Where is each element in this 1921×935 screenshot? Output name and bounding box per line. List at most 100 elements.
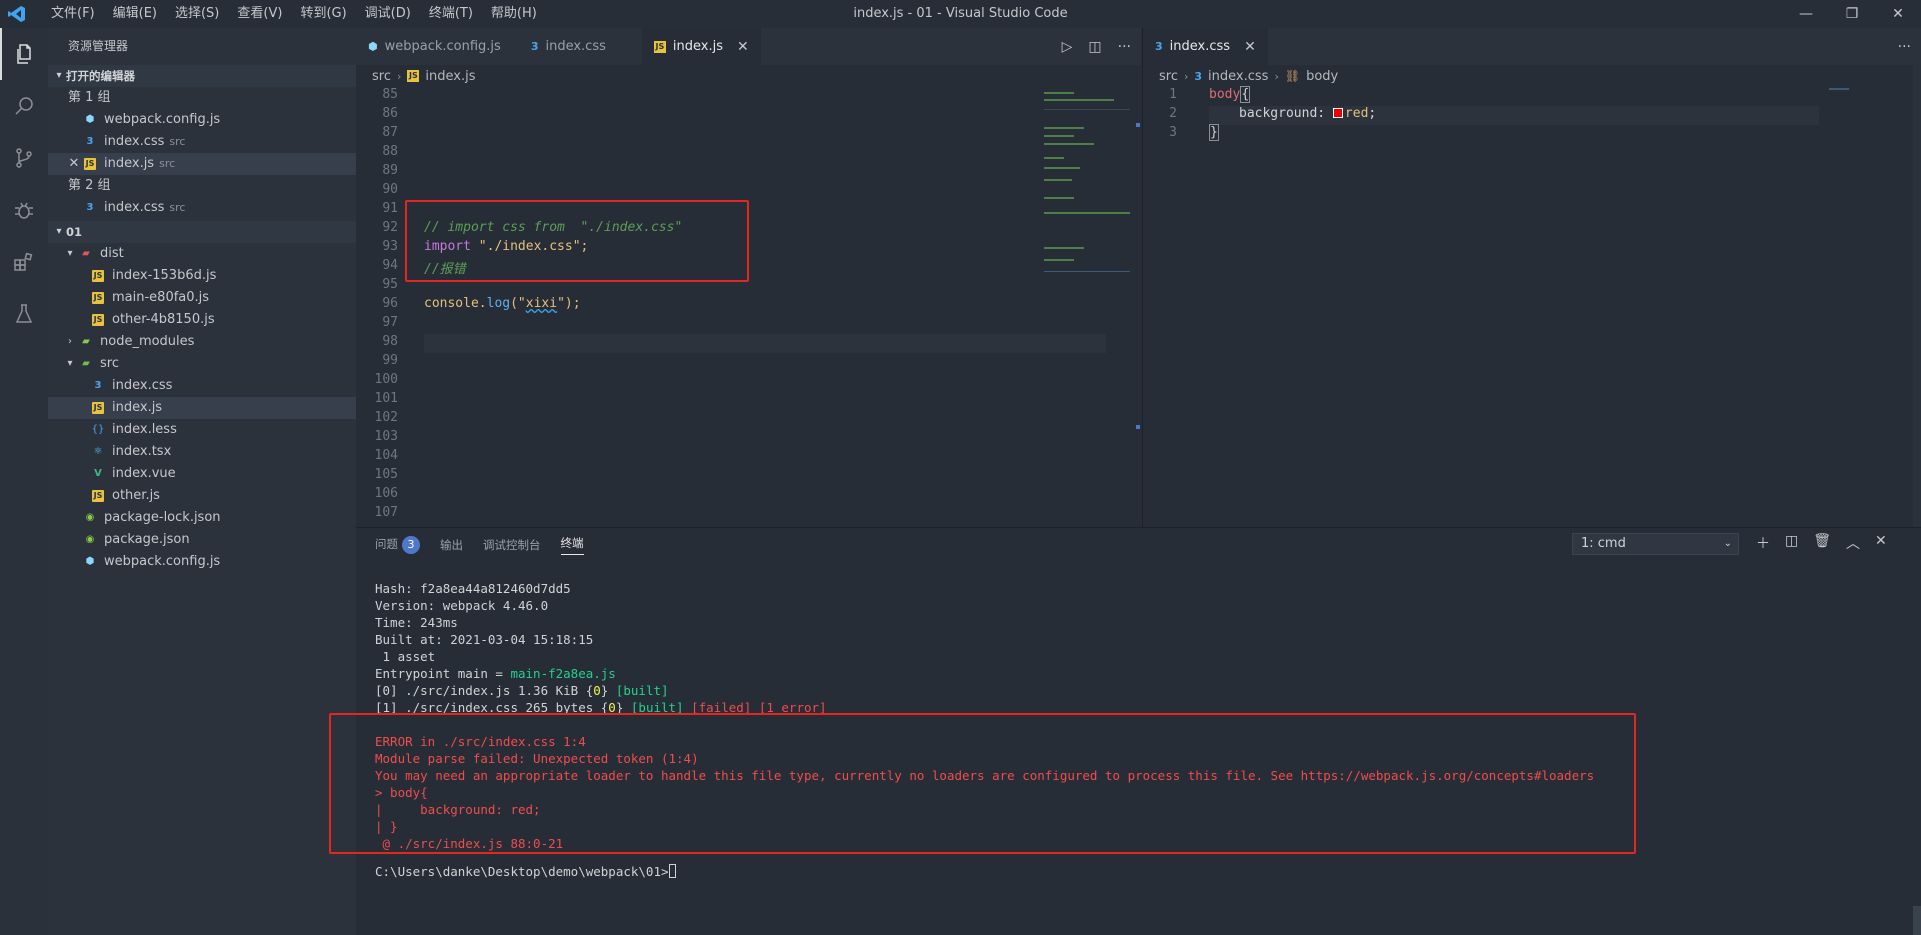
line-number: 98 bbox=[382, 334, 398, 349]
folder-src[interactable]: ▾ ▰ src bbox=[48, 353, 356, 375]
open-editors-label: 打开的编辑器 bbox=[66, 69, 135, 83]
breadcrumb-item[interactable]: src bbox=[372, 69, 391, 84]
scrollbar[interactable] bbox=[1913, 906, 1921, 935]
file-name: index.less bbox=[112, 422, 177, 437]
open-editor-item[interactable]: ⬢ webpack.config.js bbox=[48, 109, 356, 131]
line-number: 86 bbox=[382, 106, 398, 121]
group-label: 第 1 组 bbox=[68, 90, 111, 105]
menu-view[interactable]: 查看(V) bbox=[228, 0, 291, 28]
chevron-right-icon: › bbox=[1274, 69, 1279, 83]
file-item[interactable]: V index.vue bbox=[48, 463, 356, 485]
open-editor-item-active[interactable]: ✕ JS index.js src bbox=[48, 153, 356, 175]
breadcrumb-item[interactable]: body bbox=[1306, 69, 1338, 84]
minimap[interactable] bbox=[1829, 88, 1849, 90]
workspace-header[interactable]: ▾ 01 bbox=[48, 221, 356, 243]
tab-terminal[interactable]: 终端 bbox=[560, 535, 584, 555]
close-icon[interactable]: ✕ bbox=[1244, 39, 1256, 55]
terminal-select[interactable]: 1: cmd ⌄ bbox=[1572, 533, 1739, 555]
test-flask-icon[interactable] bbox=[0, 288, 48, 340]
folder-dist[interactable]: ▾ ▰ dist bbox=[48, 243, 356, 265]
extensions-icon[interactable] bbox=[0, 236, 48, 288]
run-icon[interactable]: ▷ bbox=[1062, 39, 1073, 55]
tab-index-css[interactable]: 3 index.css bbox=[512, 28, 642, 65]
npm-file-icon: ◉ bbox=[85, 512, 95, 523]
built-flag: [built] bbox=[615, 683, 669, 698]
menu-selection[interactable]: 选择(S) bbox=[166, 0, 228, 28]
file-item[interactable]: ◉ package-lock.json bbox=[48, 507, 356, 529]
tab-debug-console[interactable]: 调试控制台 bbox=[483, 537, 541, 553]
file-item[interactable]: JS index-153b6d.js bbox=[48, 265, 356, 287]
close-panel-icon[interactable]: ✕ bbox=[1875, 533, 1887, 553]
folder-node-modules[interactable]: › ▰ node_modules bbox=[48, 331, 356, 353]
minimize-button[interactable]: — bbox=[1783, 0, 1829, 28]
line-number: 106 bbox=[374, 486, 398, 501]
file-item[interactable]: {} index.less bbox=[48, 419, 356, 441]
punct: (" bbox=[510, 296, 526, 311]
search-icon[interactable] bbox=[0, 80, 48, 132]
debug-icon[interactable] bbox=[0, 184, 48, 236]
menu-debug[interactable]: 调试(D) bbox=[356, 0, 420, 28]
tab-webpack-config[interactable]: ⬢ webpack.config.js bbox=[356, 28, 513, 65]
color-swatch-icon[interactable] bbox=[1332, 108, 1343, 118]
scrollbar[interactable] bbox=[1913, 65, 1921, 527]
file-hint: src bbox=[169, 201, 186, 214]
menu-help[interactable]: 帮助(H) bbox=[482, 0, 546, 28]
js-file-icon: JS bbox=[407, 70, 420, 82]
property: background: bbox=[1239, 106, 1333, 121]
more-icon[interactable]: ··· bbox=[1898, 39, 1911, 55]
file-item[interactable]: JS other.js bbox=[48, 485, 356, 507]
close-window-button[interactable]: ✕ bbox=[1875, 0, 1921, 28]
file-name: index.tsx bbox=[112, 444, 172, 459]
maximize-panel-icon[interactable]: ︿ bbox=[1846, 533, 1860, 553]
menu-terminal[interactable]: 终端(T) bbox=[420, 0, 482, 28]
tab-output[interactable]: 输出 bbox=[440, 537, 463, 553]
editor-group-2[interactable]: 第 2 组 bbox=[48, 175, 356, 197]
new-terminal-icon[interactable]: ＋ bbox=[1756, 533, 1770, 553]
explorer-icon[interactable] bbox=[0, 28, 48, 80]
more-icon[interactable]: ··· bbox=[1118, 39, 1131, 55]
folder-name: src bbox=[100, 356, 119, 371]
file-name: index-153b6d.js bbox=[112, 268, 217, 283]
file-item[interactable]: ◉ package.json bbox=[48, 529, 356, 551]
text: [0] ./src/index.js 1.36 KiB { bbox=[375, 683, 594, 698]
editor-group-right: 3 index.css ✕ ··· src › 3 index.css › ⛓ … bbox=[1142, 28, 1921, 527]
restore-button[interactable]: ❐ bbox=[1829, 0, 1875, 28]
webpack-file-icon: ⬢ bbox=[368, 40, 378, 53]
scrollbar[interactable] bbox=[1135, 65, 1141, 527]
breadcrumb-item[interactable]: src bbox=[1159, 69, 1178, 84]
file-name: webpack.config.js bbox=[104, 554, 221, 569]
open-editor-item[interactable]: 3 index.css src bbox=[48, 131, 356, 153]
open-editors-header[interactable]: ▾ 打开的编辑器 bbox=[48, 65, 356, 87]
tab-index-js[interactable]: JS index.js ✕ bbox=[641, 28, 761, 65]
file-item[interactable]: 3 index.css bbox=[48, 375, 356, 397]
panel-actions: ＋ ◫ 🗑 ︿ ✕ bbox=[1756, 533, 1887, 553]
line-number: 95 bbox=[382, 277, 398, 292]
tab-index-css[interactable]: 3 index.css ✕ bbox=[1143, 28, 1268, 65]
file-item[interactable]: JS main-e80fa0.js bbox=[48, 287, 356, 309]
breadcrumb-item[interactable]: index.css bbox=[1208, 69, 1268, 84]
file-item[interactable]: JS other-4b8150.js bbox=[48, 309, 356, 331]
value: red bbox=[1344, 106, 1369, 121]
minimap[interactable] bbox=[1044, 87, 1130, 297]
line-number: 89 bbox=[382, 163, 398, 178]
file-item[interactable]: ⚛ index.tsx bbox=[48, 441, 356, 463]
css-file-icon: 3 bbox=[94, 380, 102, 391]
split-terminal-icon[interactable]: ◫ bbox=[1785, 533, 1798, 553]
open-editor-item[interactable]: 3 index.css src bbox=[48, 197, 356, 219]
breadcrumb-item[interactable]: index.js bbox=[425, 69, 475, 84]
file-item[interactable]: ⬢ webpack.config.js bbox=[48, 551, 356, 573]
split-editor-icon[interactable]: ◫ bbox=[1088, 39, 1101, 55]
close-icon[interactable]: ✕ bbox=[66, 153, 82, 175]
menu-go[interactable]: 转到(G) bbox=[291, 0, 355, 28]
close-icon[interactable]: ✕ bbox=[737, 39, 749, 55]
editor-group-1[interactable]: 第 1 组 bbox=[48, 87, 356, 109]
string: xixi bbox=[525, 296, 558, 311]
menu-edit[interactable]: 编辑(E) bbox=[104, 0, 166, 28]
trash-icon[interactable]: 🗑 bbox=[1813, 533, 1831, 553]
tab-problems[interactable]: 问题 3 bbox=[375, 535, 420, 554]
source-control-icon[interactable] bbox=[0, 132, 48, 184]
menu-file[interactable]: 文件(F) bbox=[42, 0, 104, 28]
js-file-icon: JS bbox=[84, 158, 96, 170]
file-item-selected[interactable]: JS index.js bbox=[48, 397, 356, 419]
line-number: 1 bbox=[1169, 87, 1177, 102]
